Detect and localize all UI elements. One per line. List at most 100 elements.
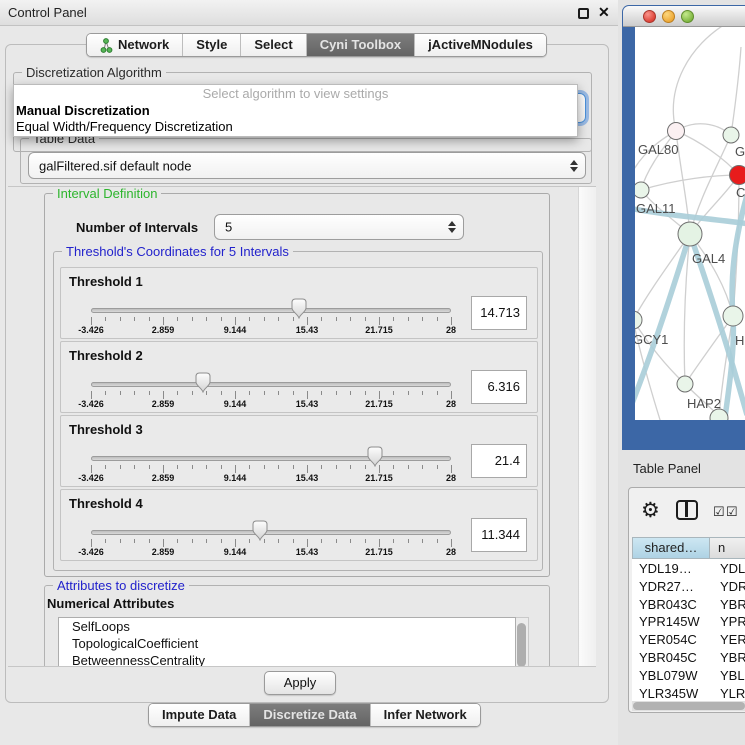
cell-shared-name: YDL19… xyxy=(639,561,709,576)
slider-track[interactable] xyxy=(91,308,451,313)
threshold-label: Threshold 2 xyxy=(69,348,143,363)
slider-tick xyxy=(336,539,337,543)
network-node-gal11[interactable] xyxy=(635,182,649,198)
slider-tick-label: -3.426 xyxy=(78,473,104,483)
network-canvas[interactable]: GAL80GCGAL11GAL4GCY1HHAP2 xyxy=(635,27,745,420)
table-horizontal-scrollbar[interactable] xyxy=(632,701,745,711)
float-icon[interactable] xyxy=(578,8,589,19)
screenshot: Control Panel ✕ NetworkStyleSelectCyni T… xyxy=(0,0,745,745)
number-of-intervals-combobox[interactable]: 5 xyxy=(214,214,464,240)
slider-track[interactable] xyxy=(91,382,451,387)
slider-track[interactable] xyxy=(91,530,451,535)
tab-select[interactable]: Select xyxy=(240,34,305,56)
minimize-traffic-light-icon[interactable] xyxy=(662,10,675,23)
network-node-h[interactable] xyxy=(723,306,743,326)
apply-button[interactable]: Apply xyxy=(264,671,336,695)
network-graph: GAL80GCGAL11GAL4GCY1HHAP2 xyxy=(635,27,745,420)
group-title-attributes: Attributes to discretize xyxy=(53,578,189,593)
tab-cyni-toolbox[interactable]: Cyni Toolbox xyxy=(306,34,414,56)
network-edge-highlighted[interactable] xyxy=(635,234,690,420)
tab-infer-network[interactable]: Infer Network xyxy=(370,704,480,726)
threshold-value-field[interactable]: 14.713 xyxy=(471,296,527,330)
network-edge[interactable] xyxy=(731,47,741,135)
network-window-titlebar[interactable] xyxy=(623,6,745,27)
slider-thumb[interactable] xyxy=(290,298,308,319)
slider-track[interactable] xyxy=(91,456,451,461)
table-horizontal-scrollbar-thumb[interactable] xyxy=(633,702,745,710)
column-header-shared-name[interactable]: shared… xyxy=(632,537,710,559)
checkbox-checked-icon[interactable]: ☑ xyxy=(726,504,738,520)
attribute-list-item[interactable]: BetweennessCentrality xyxy=(59,652,515,667)
slider-tick xyxy=(350,391,351,395)
slider-tick xyxy=(235,465,236,473)
dropdown-option[interactable]: Manual Discretization xyxy=(14,103,577,119)
slider-tick xyxy=(105,391,106,395)
tab-style[interactable]: Style xyxy=(182,34,240,56)
threshold-value-field[interactable]: 21.4 xyxy=(471,444,527,478)
slider-thumb[interactable] xyxy=(366,446,384,467)
slider-tick xyxy=(393,391,394,395)
slider-tick xyxy=(221,465,222,469)
network-node-label: GAL11 xyxy=(636,201,676,216)
slider-thumb[interactable] xyxy=(251,520,269,541)
slider-tick xyxy=(149,317,150,321)
table-data-combobox[interactable]: galFiltered.sif default node xyxy=(28,152,586,179)
slider-tick xyxy=(105,539,106,543)
slider-tick xyxy=(307,465,308,473)
network-edge[interactable] xyxy=(673,27,727,131)
slider-tick xyxy=(278,539,279,543)
network-edge[interactable] xyxy=(641,175,739,190)
attribute-list-item[interactable]: TopologicalCoefficient xyxy=(59,635,515,652)
slider-tick xyxy=(235,317,236,325)
tab-discretize-data[interactable]: Discretize Data xyxy=(249,704,369,726)
tab-jactivemnodules[interactable]: jActiveMNodules xyxy=(414,34,546,56)
slider-tick-label: 15.43 xyxy=(296,399,319,409)
checkbox-checked-icon[interactable]: ☑ xyxy=(713,504,725,520)
network-node-hap2[interactable] xyxy=(677,376,693,392)
slider-tick xyxy=(307,539,308,547)
slider-tick xyxy=(149,391,150,395)
thresholds-group: Threshold's Coordinates for 5 Intervals … xyxy=(53,251,543,571)
column-header-name[interactable]: n xyxy=(710,537,745,559)
slider-tick xyxy=(321,539,322,543)
slider-tick xyxy=(134,391,135,395)
settings-scrollbar[interactable] xyxy=(578,187,596,667)
cell-name: YER0 xyxy=(720,632,745,647)
tab-label: Style xyxy=(196,34,227,56)
cell-shared-name: YBL079W xyxy=(639,668,709,683)
control-panel: Control Panel ✕ NetworkStyleSelectCyni T… xyxy=(0,0,618,745)
tab-impute-data[interactable]: Impute Data xyxy=(149,704,249,726)
close-icon[interactable]: ✕ xyxy=(598,4,610,21)
network-edge[interactable] xyxy=(635,234,690,320)
zoom-traffic-light-icon[interactable] xyxy=(681,10,694,23)
threshold-value-field[interactable]: 6.316 xyxy=(471,370,527,404)
slider-tick xyxy=(393,465,394,469)
attributes-list-scrollbar-thumb[interactable] xyxy=(517,623,526,667)
network-node-gal4[interactable] xyxy=(678,222,702,246)
dropdown-option[interactable]: Equal Width/Frequency Discretization xyxy=(14,119,577,135)
network-node-c[interactable] xyxy=(730,166,745,185)
slider-thumb[interactable] xyxy=(194,372,212,393)
numerical-attributes-label: Numerical Attributes xyxy=(47,596,174,611)
slider-tick-label: 28 xyxy=(446,325,456,335)
slider-tick xyxy=(451,317,452,325)
slider-tick-label: 28 xyxy=(446,473,456,483)
slider-tick xyxy=(134,317,135,321)
tab-network[interactable]: Network xyxy=(87,34,182,56)
network-edge[interactable] xyxy=(641,131,676,190)
network-node-gcy1[interactable] xyxy=(635,311,642,329)
gear-icon[interactable]: ⚙ xyxy=(641,498,660,523)
split-columns-icon[interactable] xyxy=(676,500,698,520)
slider-tick xyxy=(221,317,222,321)
attributes-list-scrollbar[interactable] xyxy=(516,617,529,667)
network-node-g[interactable] xyxy=(723,127,739,143)
slider-tick xyxy=(120,317,121,321)
network-node-gal80[interactable] xyxy=(668,123,685,140)
close-traffic-light-icon[interactable] xyxy=(643,10,656,23)
threshold-value-field[interactable]: 11.344 xyxy=(471,518,527,552)
attribute-list-item[interactable]: SelfLoops xyxy=(59,618,515,635)
slider-tick xyxy=(307,391,308,399)
numerical-attributes-list[interactable]: SelfLoopsTopologicalCoefficientBetweenne… xyxy=(58,617,516,667)
slider-tick xyxy=(177,317,178,321)
slider-tick xyxy=(91,465,92,473)
